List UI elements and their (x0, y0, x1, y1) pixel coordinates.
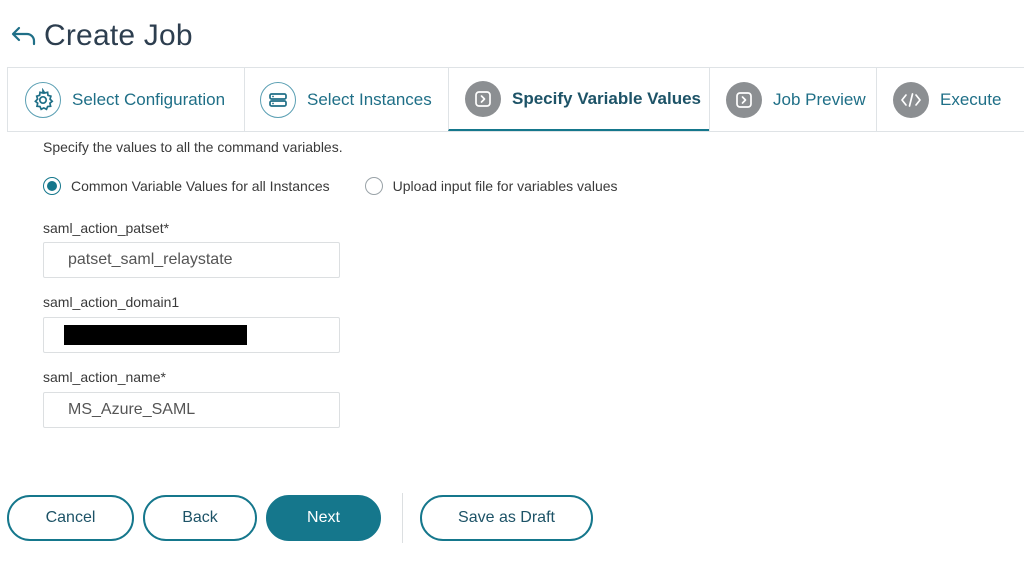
field-label-name: saml_action_name* (43, 369, 166, 385)
button-divider (402, 493, 403, 543)
step-execute[interactable]: Execute (876, 68, 1024, 131)
page-title: Create Job (44, 19, 193, 52)
step-specify-variable-values[interactable]: Specify Variable Values (448, 68, 709, 131)
radio-upload-file[interactable]: Upload input file for variables values (364, 177, 618, 195)
step-label: Specify Variable Values (512, 88, 702, 108)
wizard-steps: Select Configuration Select Instances Sp… (7, 67, 1024, 132)
radio-circle[interactable] (43, 177, 61, 195)
radio-label: Common Variable Values for all Instances (71, 178, 330, 194)
input-value: patset_saml_relaystate (68, 251, 233, 268)
input-value: MS_Azure_SAML (68, 401, 196, 418)
step-job-preview[interactable]: Job Preview (709, 68, 876, 131)
next-button[interactable]: Next (266, 495, 381, 541)
saml-action-patset-input[interactable]: patset_saml_relaystate (43, 242, 340, 278)
step-select-configuration[interactable]: Select Configuration (7, 68, 244, 131)
save-as-draft-button[interactable]: Save as Draft (420, 495, 593, 541)
cancel-button[interactable]: Cancel (7, 495, 134, 541)
back-button[interactable]: Back (143, 495, 257, 541)
step-description: Specify the values to all the command va… (43, 139, 343, 155)
back-arrow-icon[interactable] (8, 20, 40, 52)
radio-common-values[interactable]: Common Variable Values for all Instances (43, 177, 330, 195)
radio-label: Upload input file for variables values (392, 178, 618, 194)
step-select-instances[interactable]: Select Instances (244, 68, 448, 131)
page-header: Create Job (8, 14, 193, 58)
variable-source-radio-group: Common Variable Values for all Instances… (43, 177, 618, 195)
server-stack-icon (260, 81, 296, 118)
code-icon (893, 81, 929, 118)
gear-icon (25, 81, 61, 118)
redacted-value (64, 325, 247, 345)
play-box-icon (465, 80, 501, 117)
step-label: Job Preview (773, 89, 866, 109)
step-label: Select Instances (307, 89, 432, 109)
field-label-domain: saml_action_domain1 (43, 294, 180, 310)
saml-action-domain-input[interactable] (43, 317, 340, 353)
saml-action-name-input[interactable]: MS_Azure_SAML (43, 392, 340, 428)
step-label: Execute (940, 89, 1002, 109)
radio-circle[interactable] (364, 177, 383, 195)
field-label-patset: saml_action_patset* (43, 220, 170, 236)
step-label: Select Configuration (72, 89, 226, 109)
play-box-icon (726, 81, 762, 118)
